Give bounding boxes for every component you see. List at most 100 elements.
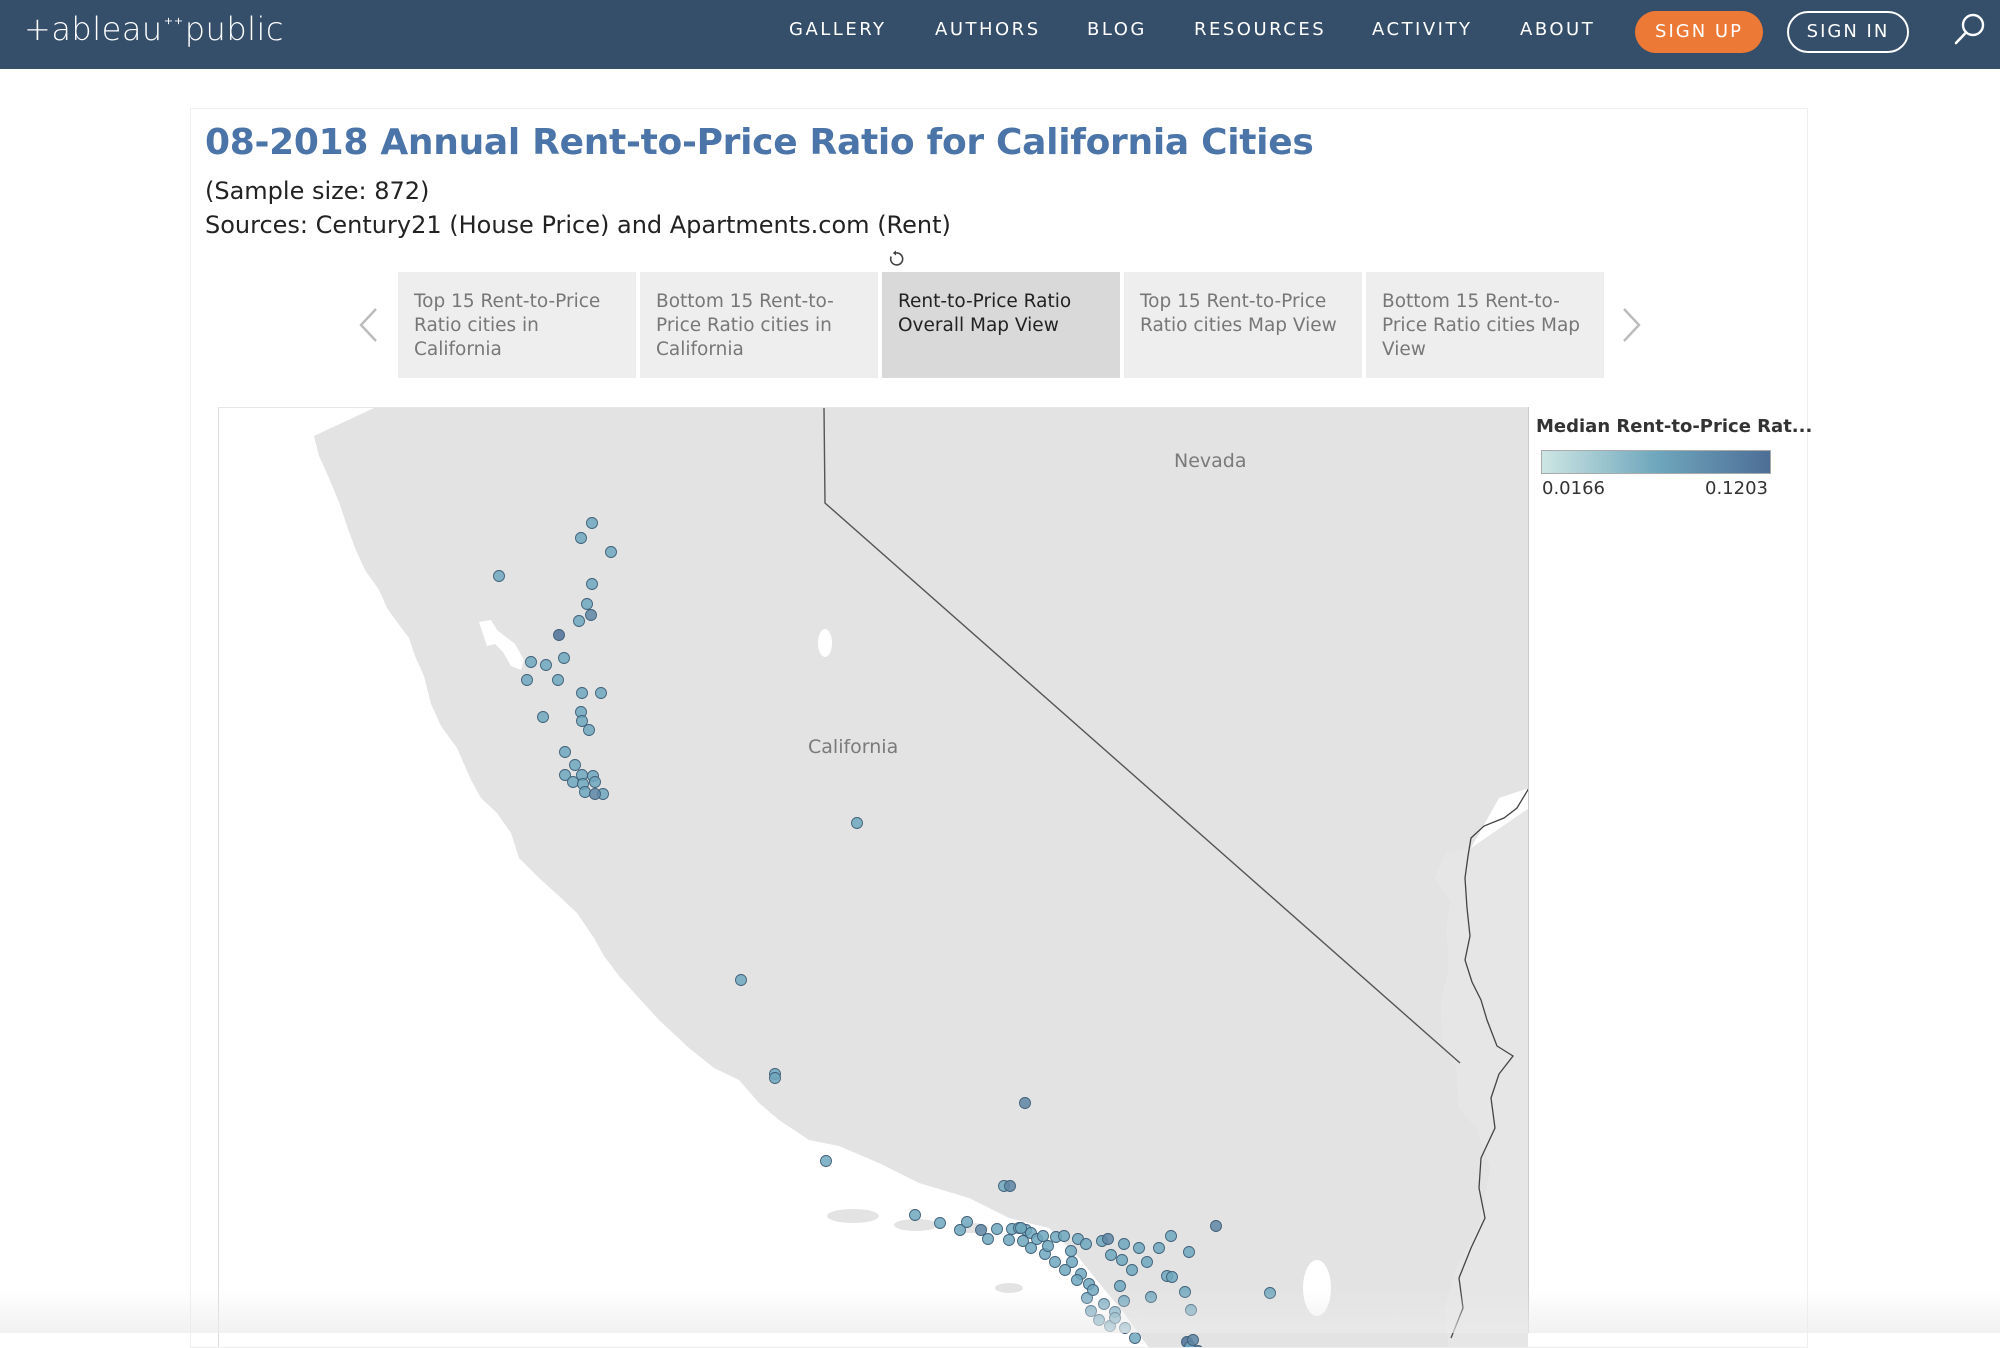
city-marker[interactable]	[1098, 1298, 1110, 1310]
city-marker[interactable]	[1058, 1230, 1070, 1242]
previous-story-point-arrow-icon[interactable]	[356, 306, 382, 344]
map-legend-divider	[1528, 407, 1529, 1333]
city-marker[interactable]	[934, 1217, 946, 1229]
nav-about[interactable]: ABOUT	[1520, 19, 1595, 40]
nav-activity[interactable]: ACTIVITY	[1372, 19, 1472, 40]
city-marker[interactable]	[575, 532, 587, 544]
nav-blog[interactable]: BLOG	[1087, 19, 1147, 40]
city-marker[interactable]	[573, 615, 585, 627]
sign-in-button[interactable]: SIGN IN	[1787, 11, 1909, 53]
city-marker[interactable]	[586, 578, 598, 590]
city-marker[interactable]	[589, 788, 601, 800]
legend-title: Median Rent-to-Price Rat...	[1536, 416, 1813, 437]
city-marker[interactable]	[1166, 1271, 1178, 1283]
city-marker[interactable]	[569, 759, 581, 771]
city-marker[interactable]	[1179, 1286, 1191, 1298]
viz-title: 08-2018 Annual Rent-to-Price Ratio for C…	[205, 122, 1314, 163]
city-marker[interactable]	[1109, 1312, 1121, 1324]
story-tab-top15-map[interactable]: Top 15 Rent-to-Price Ratio cities Map Vi…	[1124, 272, 1362, 378]
city-marker[interactable]	[1119, 1322, 1131, 1334]
tableau-public-logo[interactable]: +ableau⁺⁺public	[24, 10, 284, 48]
search-icon[interactable]	[1953, 12, 1987, 46]
city-marker[interactable]	[493, 570, 505, 582]
city-marker[interactable]	[525, 656, 537, 668]
city-marker[interactable]	[1126, 1264, 1138, 1276]
city-marker[interactable]	[735, 974, 747, 986]
city-marker[interactable]	[1116, 1254, 1128, 1266]
city-marker[interactable]	[991, 1223, 1003, 1235]
city-marker[interactable]	[567, 776, 579, 788]
city-marker[interactable]	[1141, 1256, 1153, 1268]
city-marker[interactable]	[579, 786, 591, 798]
city-marker[interactable]	[1118, 1238, 1130, 1250]
city-marker[interactable]	[1183, 1246, 1195, 1258]
city-marker[interactable]	[589, 776, 601, 788]
city-marker[interactable]	[1185, 1304, 1197, 1316]
sign-up-button[interactable]: SIGN UP	[1635, 11, 1763, 53]
city-marker[interactable]	[1102, 1233, 1114, 1245]
city-marker[interactable]	[1129, 1332, 1141, 1344]
city-marker[interactable]	[553, 629, 565, 641]
revert-icon[interactable]	[887, 250, 905, 268]
city-marker[interactable]	[1015, 1222, 1027, 1234]
california-landmass	[314, 408, 1528, 1347]
city-marker[interactable]	[851, 817, 863, 829]
city-marker[interactable]	[576, 687, 588, 699]
city-marker[interactable]	[1093, 1314, 1105, 1326]
lake-tahoe	[818, 629, 832, 657]
next-story-point-arrow-icon[interactable]	[1618, 306, 1644, 344]
city-marker[interactable]	[1059, 1264, 1071, 1276]
city-marker[interactable]	[558, 652, 570, 664]
city-marker[interactable]	[982, 1233, 994, 1245]
city-marker[interactable]	[552, 674, 564, 686]
city-marker[interactable]	[1019, 1097, 1031, 1109]
city-marker[interactable]	[975, 1224, 987, 1236]
channel-island	[827, 1209, 879, 1223]
city-marker[interactable]	[1165, 1230, 1177, 1242]
city-marker[interactable]	[595, 687, 607, 699]
city-marker[interactable]	[1037, 1230, 1049, 1242]
nav-resources[interactable]: RESOURCES	[1194, 19, 1326, 40]
story-tab-top15-cities[interactable]: Top 15 Rent-to-Price Ratio cities in Cal…	[398, 272, 636, 378]
city-marker[interactable]	[540, 659, 552, 671]
map-view[interactable]: Nevada California	[218, 407, 1528, 1347]
channel-island	[995, 1283, 1023, 1293]
city-marker[interactable]	[583, 724, 595, 736]
nav-authors[interactable]: AUTHORS	[935, 19, 1041, 40]
city-marker[interactable]	[559, 746, 571, 758]
city-marker[interactable]	[1145, 1291, 1157, 1303]
city-marker[interactable]	[576, 715, 588, 727]
city-marker[interactable]	[1003, 1234, 1015, 1246]
city-marker[interactable]	[605, 546, 617, 558]
city-marker[interactable]	[1049, 1256, 1061, 1268]
city-marker[interactable]	[1071, 1274, 1083, 1286]
city-marker[interactable]	[1004, 1180, 1016, 1192]
city-marker[interactable]	[581, 598, 593, 610]
city-marker[interactable]	[1118, 1295, 1130, 1307]
city-marker[interactable]	[585, 609, 597, 621]
city-marker[interactable]	[1210, 1220, 1222, 1232]
city-marker[interactable]	[1187, 1334, 1199, 1346]
city-marker[interactable]	[1065, 1245, 1077, 1257]
story-tab-bottom15-map[interactable]: Bottom 15 Rent-to-Price Ratio cities Map…	[1366, 272, 1604, 378]
city-marker[interactable]	[1153, 1242, 1165, 1254]
city-marker[interactable]	[1087, 1284, 1099, 1296]
city-marker[interactable]	[909, 1209, 921, 1221]
city-marker[interactable]	[521, 674, 533, 686]
viz-sources: Sources: Century21 (House Price) and Apa…	[205, 211, 951, 239]
city-marker[interactable]	[1042, 1240, 1054, 1252]
city-marker[interactable]	[961, 1216, 973, 1228]
city-marker[interactable]	[769, 1072, 781, 1084]
nav-gallery[interactable]: GALLERY	[789, 19, 887, 40]
story-tab-bottom15-cities[interactable]: Bottom 15 Rent-to-Price Ratio cities in …	[640, 272, 878, 378]
city-marker[interactable]	[1080, 1238, 1092, 1250]
city-marker[interactable]	[1114, 1280, 1126, 1292]
city-marker[interactable]	[537, 711, 549, 723]
story-tab-overall-map[interactable]: Rent-to-Price Ratio Overall Map View	[882, 272, 1120, 378]
city-marker[interactable]	[1105, 1249, 1117, 1261]
city-marker[interactable]	[820, 1155, 832, 1167]
city-marker[interactable]	[1133, 1242, 1145, 1254]
city-marker[interactable]	[1085, 1305, 1097, 1317]
city-marker[interactable]	[1264, 1287, 1276, 1299]
city-marker[interactable]	[586, 517, 598, 529]
